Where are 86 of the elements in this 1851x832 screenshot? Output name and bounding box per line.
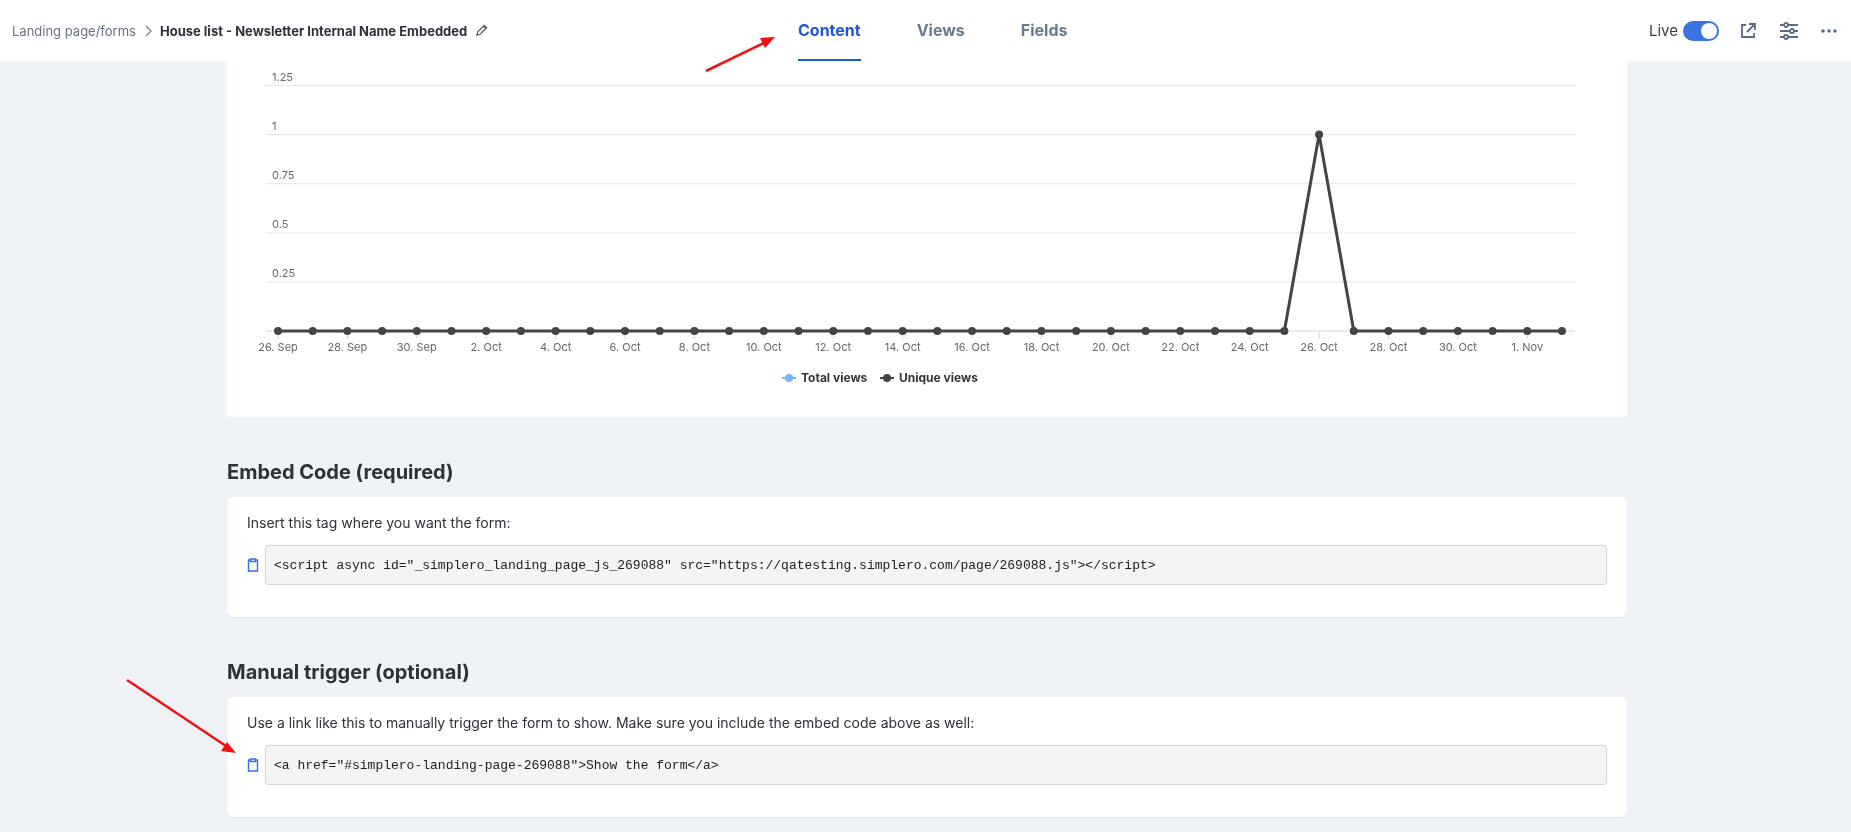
clipboard-icon[interactable] — [247, 558, 259, 572]
data-point — [1558, 327, 1566, 335]
y-axis-label: 0.75 — [272, 167, 295, 182]
x-axis-label: 20. Oct — [1091, 340, 1130, 354]
x-axis-label: 12. Oct — [815, 340, 852, 354]
data-point — [1141, 327, 1150, 335]
x-axis-label: 22. Oct — [1161, 340, 1200, 354]
instruction-text: Insert this tag where you want the form: — [247, 514, 512, 532]
data-point — [968, 327, 977, 335]
data-point — [1210, 327, 1219, 335]
data-point — [274, 327, 282, 335]
legend-label[interactable]: Unique views — [899, 370, 978, 385]
x-axis-label: 16. Oct — [954, 340, 990, 354]
data-point — [1349, 327, 1358, 335]
x-axis-label: 1. Nov — [1511, 340, 1544, 354]
x-axis-label: 6. Oct — [609, 340, 641, 354]
x-axis-label: 18. Oct — [1023, 340, 1060, 354]
x-axis-label: 30. Sep — [396, 340, 437, 354]
x-axis-label: 24. Oct — [1230, 340, 1269, 354]
data-point — [1280, 327, 1289, 335]
pencil-icon[interactable] — [475, 24, 489, 37]
section-heading: Manual trigger (optional) — [227, 659, 471, 686]
more-icon[interactable] — [1821, 28, 1837, 33]
x-axis-label: 28. Oct — [1369, 340, 1408, 354]
code-field[interactable]: <script async id="_simplero_landing_page_js_269088" src="https://qatesting.simplero.com/page/269088.js"></script> — [265, 545, 1607, 585]
data-point — [690, 327, 699, 335]
data-point — [933, 327, 942, 335]
data-point — [1037, 327, 1046, 335]
external-link-icon[interactable] — [1739, 21, 1757, 40]
tab[interactable]: Views — [916, 0, 965, 61]
data-point — [1106, 327, 1115, 335]
data-point — [863, 327, 872, 335]
data-point — [725, 327, 734, 335]
x-axis-label: 10. Oct — [746, 340, 782, 354]
live-toggle[interactable] — [1683, 20, 1719, 41]
x-axis-label: 30. Oct — [1438, 340, 1477, 354]
section-heading: Embed Code (required) — [227, 459, 455, 486]
data-point — [1384, 327, 1393, 335]
data-point — [621, 327, 630, 335]
live-label: Live — [1649, 21, 1678, 40]
x-axis-label: 4. Oct — [539, 340, 572, 354]
x-axis-label: 8. Oct — [678, 340, 710, 354]
x-axis-label: 26. Sep — [258, 340, 298, 354]
data-point — [308, 327, 317, 335]
data-point — [1523, 327, 1532, 335]
annotation-arrow — [705, 37, 775, 73]
sliders-icon[interactable] — [1779, 21, 1799, 40]
legend-marker-icon[interactable] — [781, 374, 797, 382]
page-title: House list - Newsletter Internal Name Embedded — [159, 22, 468, 39]
tab[interactable]: Fields — [1020, 0, 1068, 61]
data-point — [378, 327, 387, 335]
data-point — [343, 327, 352, 335]
data-point — [1072, 327, 1081, 335]
y-axis-label: 1 — [272, 118, 277, 133]
legend-marker-icon[interactable] — [879, 374, 895, 382]
data-point — [586, 327, 595, 335]
legend-label[interactable]: Total views — [801, 370, 868, 385]
data-point — [1245, 327, 1254, 335]
data-point — [1453, 327, 1462, 335]
data-point — [516, 327, 525, 335]
x-axis-label: 14. Oct — [884, 340, 921, 354]
data-point — [759, 327, 768, 335]
data-point — [1315, 130, 1324, 139]
clipboard-icon[interactable] — [247, 758, 259, 772]
data-point — [898, 327, 907, 335]
data-point — [655, 327, 664, 335]
x-axis-label: 2. Oct — [470, 340, 502, 354]
x-axis-label: 28. Sep — [327, 340, 368, 354]
y-axis-label: 0.25 — [272, 265, 296, 280]
code-field[interactable]: <a href="#simplero-landing-page-269088">Show the form</a> — [265, 745, 1607, 785]
data-point — [1488, 327, 1497, 335]
data-point — [482, 327, 491, 335]
chevron-right-icon — [143, 24, 152, 37]
breadcrumb-link[interactable]: Landing page/forms — [12, 22, 136, 39]
data-point — [794, 327, 803, 335]
instruction-text: Use a link like this to manually trigger the form to show. Make sure you include the embed code above as well: — [247, 714, 976, 732]
y-axis-label: 1.25 — [272, 69, 294, 84]
data-point — [1419, 327, 1428, 335]
x-axis-label: 26. Oct — [1300, 340, 1338, 354]
y-axis-label: 0.5 — [272, 216, 289, 231]
data-point — [1002, 327, 1011, 335]
data-point — [551, 327, 560, 335]
data-point — [447, 327, 456, 335]
data-point — [412, 327, 421, 335]
data-point — [829, 327, 838, 335]
data-point — [1176, 327, 1185, 335]
